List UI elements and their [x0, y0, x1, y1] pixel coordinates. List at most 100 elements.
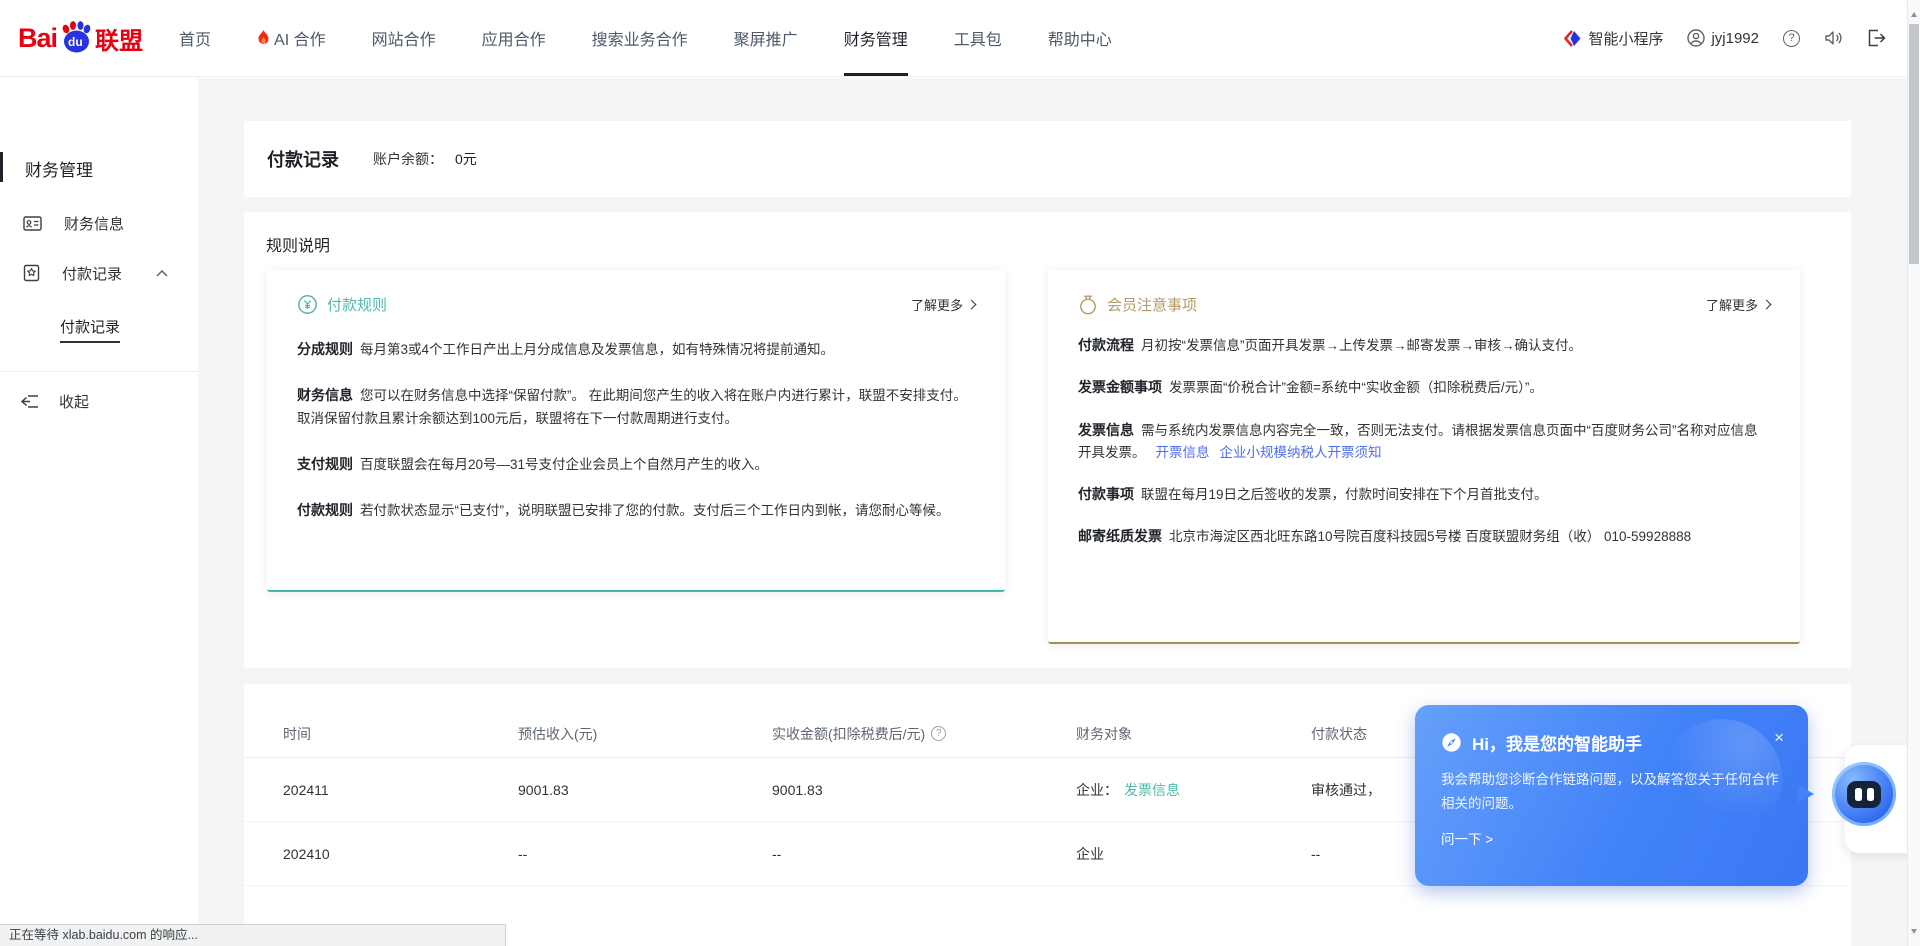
- scrollbar-thumb[interactable]: [1909, 24, 1919, 264]
- column-header-time: 时间: [283, 724, 518, 744]
- browser-status-bar: 正在等待 xlab.baidu.com 的响应...: [0, 924, 506, 946]
- nav-label: AI 合作: [274, 26, 326, 50]
- active-section-indicator: [0, 152, 3, 182]
- top-navigation-bar: Bai du 联盟 首页 AI 合作 网站合作 应用合作 搜索业务合作 聚屏推广…: [0, 0, 1920, 77]
- logo-text-du: du: [68, 35, 83, 49]
- sidebar-item-finance-info[interactable]: 财务信息: [23, 208, 186, 238]
- robot-face-icon: [1847, 781, 1881, 808]
- cell-estimated-income: 9001.83: [518, 782, 772, 798]
- nav-item-search-business[interactable]: 搜索业务合作: [592, 0, 688, 76]
- rule-text: 每月第3或4个工作日产出上月分成信息及发票信息，如有特殊情况将提前通知。: [360, 342, 834, 357]
- nav-item-help-center[interactable]: 帮助中心: [1048, 0, 1112, 76]
- member-notes-card: 会员注意事项 了解更多 付款流程月初按“发票信息”页面开具发票→上传发票→邮寄发…: [1048, 270, 1800, 644]
- rule-item: 分成规则每月第3或4个工作日产出上月分成信息及发票信息，如有特殊情况将提前通知。: [297, 338, 975, 361]
- chevron-up-icon: [156, 270, 168, 277]
- rule-term: 分成规则: [297, 341, 353, 357]
- nav-label: 工具包: [954, 26, 1002, 50]
- rule-term: 财务信息: [297, 387, 353, 403]
- miniprogram-label: 智能小程序: [1588, 28, 1663, 49]
- smart-miniprogram-link[interactable]: 智能小程序: [1564, 28, 1663, 49]
- nav-item-ai-cooperation[interactable]: AI 合作: [257, 0, 326, 76]
- small-taxpayer-notice-link[interactable]: 企业小规模纳税人开票须知: [1220, 445, 1382, 460]
- sidebar-subitem-payment-records[interactable]: 付款记录: [60, 316, 120, 337]
- nav-label: 财务管理: [844, 26, 908, 50]
- nav-label: 搜索业务合作: [592, 26, 688, 50]
- rule-item: 发票金额事项发票票面“价税合计”金额=系统中“实收金额（扣除税费后/元）”。: [1078, 376, 1770, 399]
- cell-time: 202411: [283, 782, 518, 798]
- sidebar-section-finance-management[interactable]: 财务管理: [25, 156, 93, 181]
- payment-rules-title: 付款规则: [327, 294, 387, 315]
- rule-text: 月初按“发票信息”页面开具发票→上传发票→邮寄发票→审核→确认支付。: [1141, 338, 1582, 353]
- invoice-info-table-link[interactable]: 发票信息: [1124, 782, 1180, 798]
- collapse-icon: [20, 394, 39, 409]
- rule-text: 您可以在财务信息中选择“保留付款”。 在此期间您产生的收入将在账户内进行累计，联…: [297, 388, 967, 425]
- nav-item-toolkit[interactable]: 工具包: [954, 0, 1002, 76]
- rule-text: 若付款状态显示“已支付”，说明联盟已安排了您的付款。支付后三个工作日内到帐，请您…: [360, 503, 950, 518]
- cell-actual-amount: 9001.83: [772, 782, 823, 798]
- nav-item-app-cooperation[interactable]: 应用合作: [482, 0, 546, 76]
- rule-item: 财务信息您可以在财务信息中选择“保留付款”。 在此期间您产生的收入将在账户内进行…: [297, 384, 975, 430]
- nav-item-home[interactable]: 首页: [179, 0, 211, 76]
- coin-yen-icon: [297, 294, 318, 315]
- nav-label: 帮助中心: [1048, 26, 1112, 50]
- popup-tail: [1798, 785, 1823, 803]
- close-icon[interactable]: ×: [1774, 729, 1784, 746]
- member-notes-more-link[interactable]: 了解更多: [1706, 295, 1770, 314]
- rule-text: 百度联盟会在每月20号—31号支付企业会员上个自然月产生的收入。: [360, 457, 768, 472]
- sidebar-item-payment-records[interactable]: 付款记录: [23, 258, 186, 288]
- rule-item: 发票信息需与系统内发票信息内容完全一致，否则无法支付。请根据发票信息页面中“百度…: [1078, 419, 1770, 465]
- baidu-union-logo[interactable]: Bai du 联盟: [18, 0, 143, 76]
- rule-text: 发票票面“价税合计”金额=系统中“实收金额（扣除税费后/元）”。: [1169, 380, 1543, 395]
- invoice-info-link[interactable]: 开票信息: [1156, 445, 1210, 460]
- logout-icon[interactable]: [1867, 29, 1886, 47]
- sidebar-section-label: 财务管理: [25, 161, 93, 180]
- cell-actual-amount: --: [772, 846, 781, 862]
- page-scrollbar[interactable]: [1907, 0, 1920, 946]
- account-balance-value: 0元: [455, 149, 477, 169]
- nav-item-website-cooperation[interactable]: 网站合作: [372, 0, 436, 76]
- announcement-speaker-icon[interactable]: [1824, 29, 1843, 47]
- account-balance-label: 账户余额：: [373, 149, 443, 169]
- rule-term: 付款规则: [297, 502, 353, 518]
- chevron-right-icon: [967, 300, 977, 310]
- user-account[interactable]: jyj1992: [1687, 29, 1759, 47]
- rule-text: 北京市海淀区西北旺东路10号院百度科技园5号楼 百度联盟财务组（收） 010-5…: [1169, 529, 1691, 544]
- nav-label: 网站合作: [372, 26, 436, 50]
- member-notes-title: 会员注意事项: [1107, 294, 1197, 315]
- scroll-down-arrow-icon[interactable]: [1911, 929, 1917, 937]
- ask-now-link[interactable]: 问一下 >: [1415, 817, 1808, 848]
- column-header-actual-amount: 实收金额(扣除税费后/元): [772, 724, 925, 744]
- record-badge-icon: [23, 264, 40, 282]
- nav-item-screen-promotion[interactable]: 聚屏推广: [734, 0, 798, 76]
- column-help-icon[interactable]: ?: [931, 726, 946, 741]
- rules-panel: 规则说明 付款规则 了解更多 分成规则每月第3或4个工作日产出上月分成信息及发票…: [244, 212, 1851, 668]
- more-label: 了解更多: [911, 295, 963, 314]
- sidebar: 财务管理 财务信息 付款记录 付款记录 收起: [0, 78, 198, 946]
- logo-text-union: 联盟: [95, 21, 143, 56]
- nav-label: 应用合作: [482, 26, 546, 50]
- payment-rules-more-link[interactable]: 了解更多: [911, 295, 975, 314]
- sidebar-collapse-button[interactable]: 收起: [20, 391, 89, 412]
- compass-icon: [1441, 732, 1462, 753]
- page-header-panel: 付款记录 账户余额： 0元: [244, 121, 1851, 197]
- help-glyph: ?: [936, 728, 942, 739]
- assistant-message: 我会帮助您诊断合作链路问题，以及解答您关于任何合作相关的问题。: [1415, 755, 1808, 817]
- rule-item: 邮寄纸质发票北京市海淀区西北旺东路10号院百度科技园5号楼 百度联盟财务组（收）…: [1078, 525, 1770, 548]
- cell-finance-target: 企业: [1076, 846, 1104, 862]
- scroll-up-arrow-icon[interactable]: [1911, 9, 1917, 17]
- money-bag-icon: [1078, 294, 1098, 315]
- rule-term: 邮寄纸质发票: [1078, 528, 1162, 544]
- rules-cards: 付款规则 了解更多 分成规则每月第3或4个工作日产出上月分成信息及发票信息，如有…: [244, 270, 1851, 644]
- sidebar-item-label: 财务信息: [64, 213, 124, 234]
- column-header-estimated-income: 预估收入(元): [518, 724, 772, 744]
- help-icon[interactable]: ?: [1783, 30, 1800, 47]
- rule-term: 付款流程: [1078, 337, 1134, 353]
- robot-eye: [1855, 788, 1862, 801]
- page-title: 付款记录: [267, 146, 339, 172]
- rule-text: 联盟在每月19日之后签收的发票，付款时间安排在下个月首批支付。: [1141, 487, 1548, 502]
- nav-label: 聚屏推广: [734, 26, 798, 50]
- rule-term: 发票金额事项: [1078, 379, 1162, 395]
- rule-term: 付款事项: [1078, 486, 1134, 502]
- robot-assistant-avatar[interactable]: [1832, 762, 1896, 826]
- nav-item-finance-management[interactable]: 财务管理: [844, 0, 908, 76]
